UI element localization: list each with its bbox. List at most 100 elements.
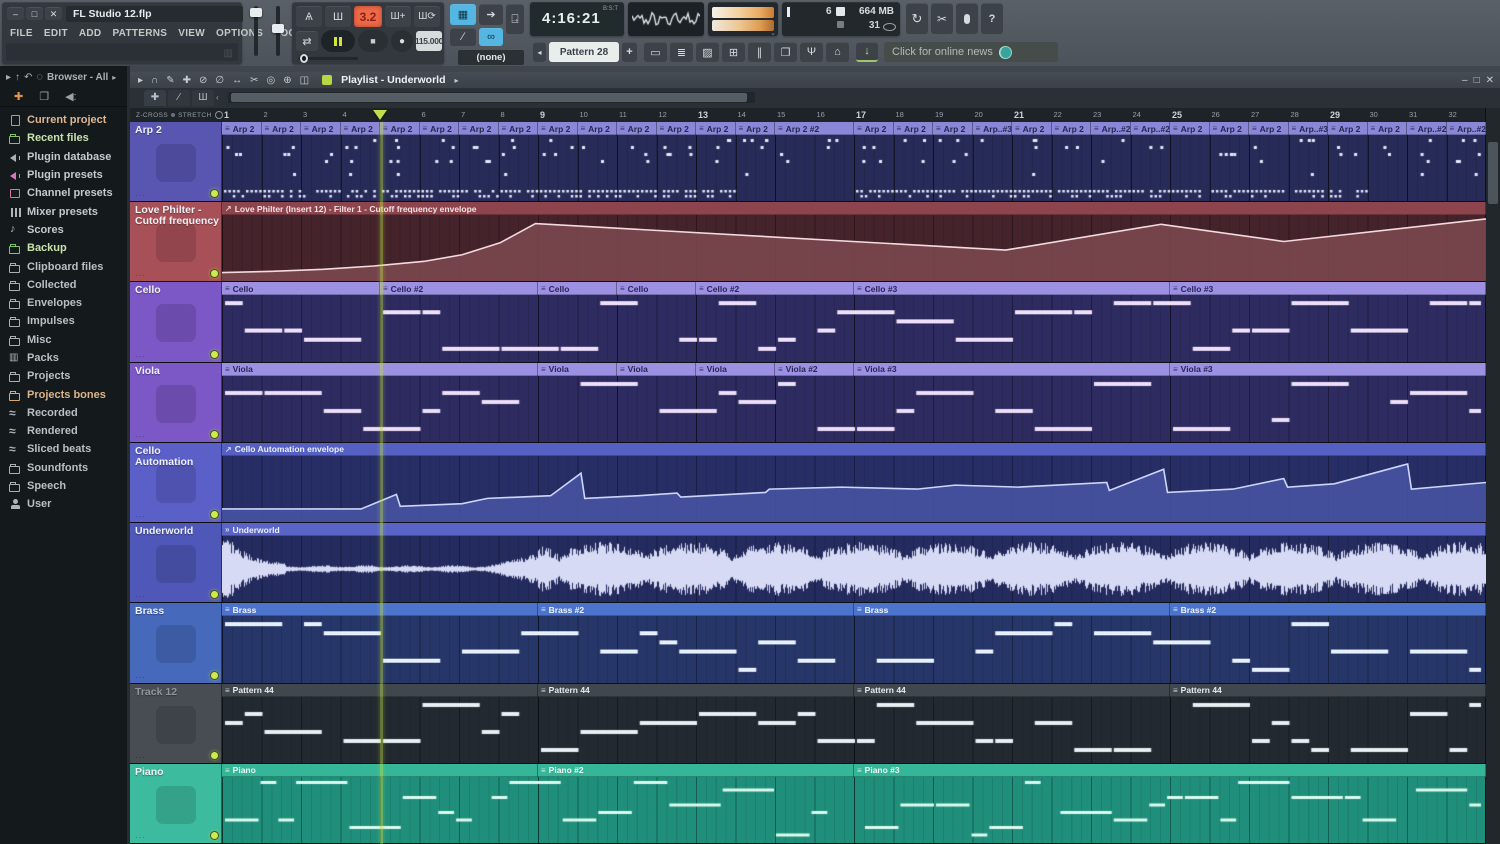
clip-label-arp-2-4[interactable]: ≡ Arp 2 xyxy=(380,122,420,135)
master-volume-slider[interactable] xyxy=(250,6,262,56)
ruler-bar-14[interactable]: 14 xyxy=(738,110,746,119)
ruler-bar-10[interactable]: 10 xyxy=(580,110,588,119)
piano-roll-view-icon[interactable]: ▨ xyxy=(696,42,719,62)
browser-back-icon[interactable]: ↶ xyxy=(24,72,32,83)
hscroll-left-icon[interactable]: ‹ xyxy=(216,93,219,102)
clip-label-arp-2-10[interactable]: ≡ Arp 2 xyxy=(617,122,657,135)
news-bar[interactable]: Click for online news xyxy=(884,42,1058,62)
draw-tool-icon[interactable]: ✎ xyxy=(166,75,174,86)
ruler-bar-32[interactable]: 32 xyxy=(1449,110,1457,119)
paint-tool-icon[interactable]: ✚ xyxy=(183,75,191,86)
mic-icon[interactable] xyxy=(956,3,978,34)
menu-add[interactable]: ADD xyxy=(79,28,102,39)
clip-label-cello-3-6[interactable]: ≡ Cello #3 xyxy=(1170,282,1486,296)
playhead-marker[interactable] xyxy=(373,110,387,120)
pattern-clip-icon[interactable]: ≡ xyxy=(857,365,862,374)
track-resize-handle[interactable]: ··· xyxy=(135,592,146,601)
master-pitch-slider[interactable] xyxy=(272,6,284,56)
slide-notes-icon[interactable]: ∕ xyxy=(450,28,476,46)
browser-item-user[interactable]: User xyxy=(0,495,127,513)
clip-label-love-philter-insert-12-filter-1-cutoff-frequency-envelope-0[interactable]: ↗ Love Philter (Insert 12) - Filter 1 - C… xyxy=(222,202,1486,216)
browser-item-soundfonts[interactable]: Soundfonts xyxy=(0,459,127,477)
pattern-song-switch[interactable]: ▦ xyxy=(450,4,476,25)
automation-curve[interactable] xyxy=(222,215,1486,282)
blend-notes-icon[interactable]: Ш+ xyxy=(385,6,411,27)
delete-tool-icon[interactable]: ⊘ xyxy=(199,75,207,86)
pattern-clip-icon[interactable]: ≡ xyxy=(857,124,862,133)
pattern-selector[interactable]: Pattern 28 xyxy=(549,42,619,62)
pattern-clip-icon[interactable]: ≡ xyxy=(225,365,230,374)
ruler-bar-12[interactable]: 12 xyxy=(659,110,667,119)
zoom-tool-icon[interactable]: ⊕ xyxy=(283,75,291,86)
browser-item-packs[interactable]: Packs xyxy=(0,349,127,367)
clip-label-arp-2-19[interactable]: ≡ Arp 2 xyxy=(1012,122,1052,135)
clip-label-arp-2-2-14[interactable]: ≡ Arp 2 #2 xyxy=(775,122,854,135)
ruler-bar-26[interactable]: 26 xyxy=(1212,110,1220,119)
link-icon[interactable]: ∞ xyxy=(479,28,503,46)
pattern-clip-icon[interactable]: ≡ xyxy=(1371,124,1376,133)
clip-label-arp-2-5[interactable]: ≡ Arp 2 xyxy=(419,122,459,135)
pattern-clip-icon[interactable]: ≡ xyxy=(581,124,586,133)
automation-curve[interactable] xyxy=(222,456,1486,523)
track-header-piano[interactable]: Piano ··· xyxy=(130,763,222,843)
browser-item-collected[interactable]: Collected xyxy=(0,276,127,294)
ruler-bar-13[interactable]: 13 xyxy=(698,110,708,120)
track-led-icon[interactable] xyxy=(211,430,218,438)
browser-tab-snapshot1[interactable]: ✚ xyxy=(14,90,23,103)
pattern-clip-icon[interactable]: ≡ xyxy=(541,124,546,133)
close-icon[interactable]: ✕ xyxy=(45,7,62,20)
pattern-clip-icon[interactable]: ≡ xyxy=(620,284,625,293)
track-header-arp-2[interactable]: Arp 2 ··· xyxy=(130,122,222,202)
pattern-clip-icon[interactable]: ≡ xyxy=(1410,124,1415,133)
pattern-clip-icon[interactable]: ≡ xyxy=(1213,124,1218,133)
pattern-clip-icon[interactable]: ≡ xyxy=(225,686,230,695)
ruler-bar-4[interactable]: 4 xyxy=(343,110,347,119)
pattern-clip-icon[interactable]: ≡ xyxy=(778,124,783,133)
clip-label-viola-3-6[interactable]: ≡ Viola #3 xyxy=(1170,362,1486,376)
pattern-clip-icon[interactable]: ≡ xyxy=(225,605,230,614)
pattern-clip-icon[interactable]: ≡ xyxy=(225,766,230,775)
clip-label-cello-2-4[interactable]: ≡ Cello #2 xyxy=(696,282,854,296)
pattern-clip-icon[interactable]: ≡ xyxy=(660,124,665,133)
clip-label-arp-2-8[interactable]: ≡ Arp 2 xyxy=(538,122,578,135)
clip-label-arp-2-30[interactable]: ≡ Arp..#2 xyxy=(1446,122,1486,135)
ruler-bar-6[interactable]: 6 xyxy=(422,110,426,119)
pattern-clip-icon[interactable]: ≡ xyxy=(699,284,704,293)
mute-tool-icon[interactable]: ∅ xyxy=(215,75,224,86)
track-header-brass[interactable]: Brass ··· xyxy=(130,603,222,683)
time-mode-label[interactable]: B:S:T xyxy=(603,6,618,12)
track-lane-cello-automation[interactable]: ↗ Cello Automation envelope xyxy=(222,442,1486,523)
track-resize-handle[interactable]: ··· xyxy=(135,833,146,842)
tempo-display[interactable]: 115.000 xyxy=(415,31,443,51)
pattern-clip-icon[interactable]: ≡ xyxy=(1252,124,1257,133)
wait-input-icon[interactable]: Ш xyxy=(325,6,351,27)
clip-label-arp-3-26[interactable]: ≡ Arp..#3 xyxy=(1288,122,1328,135)
menu-edit[interactable]: EDIT xyxy=(44,28,68,39)
pattern-clip-icon[interactable]: ≡ xyxy=(699,124,704,133)
clip-label-arp-2-1[interactable]: ≡ Arp 2 xyxy=(261,122,301,135)
playlist-title[interactable]: Playlist - Underworld xyxy=(341,74,445,86)
ruler-bar-25[interactable]: 25 xyxy=(1172,110,1182,120)
playlist-mode-icon[interactable] xyxy=(322,75,333,85)
ruler-bars[interactable]: 1 2 3 4 6 7 8 9 10 11 12 13 14 15 16 17 18 19 20 21 22 23 24 25… xyxy=(222,108,1486,122)
playlist-hscrollbar[interactable] xyxy=(228,92,755,103)
track-led-icon[interactable] xyxy=(211,751,218,759)
maximize-icon[interactable]: □ xyxy=(26,7,43,20)
track-led-icon[interactable] xyxy=(211,350,218,358)
clip-label-cello-automation-envelope-0[interactable]: ↗ Cello Automation envelope xyxy=(222,442,1486,456)
track-resize-handle[interactable]: ··· xyxy=(135,352,146,361)
clip-label-arp-2-24[interactable]: ≡ Arp 2 xyxy=(1209,122,1249,135)
ruler-bar-7[interactable]: 7 xyxy=(461,110,465,119)
position-display[interactable]: 3.2 xyxy=(354,6,382,27)
oscilloscope-panel[interactable] xyxy=(628,2,704,36)
track-header-love-philter-cutoff-frequency[interactable]: Love Philter - Cutoff frequency ··· xyxy=(130,202,222,282)
track-lane-cello[interactable]: ≡ Cello ≡ Cello #2 ≡ Cello ≡ Cello ≡ Cello #2 ≡ Cel… xyxy=(222,282,1486,362)
browser-view-icon[interactable]: ⊞ xyxy=(722,42,745,62)
browser-breadcrumb-arrow[interactable]: ▸ xyxy=(112,73,116,82)
clip-label-arp-2-6[interactable]: ≡ Arp 2 xyxy=(459,122,499,135)
clip-label-piano-3-2[interactable]: ≡ Piano #3 xyxy=(854,763,1486,777)
pattern-clip-icon[interactable]: ≡ xyxy=(620,124,625,133)
track-led-icon[interactable] xyxy=(211,831,218,839)
browser-item-mixer-presets[interactable]: Mixer presets xyxy=(0,202,127,220)
browser-breadcrumb[interactable]: Browser - All xyxy=(47,72,108,83)
